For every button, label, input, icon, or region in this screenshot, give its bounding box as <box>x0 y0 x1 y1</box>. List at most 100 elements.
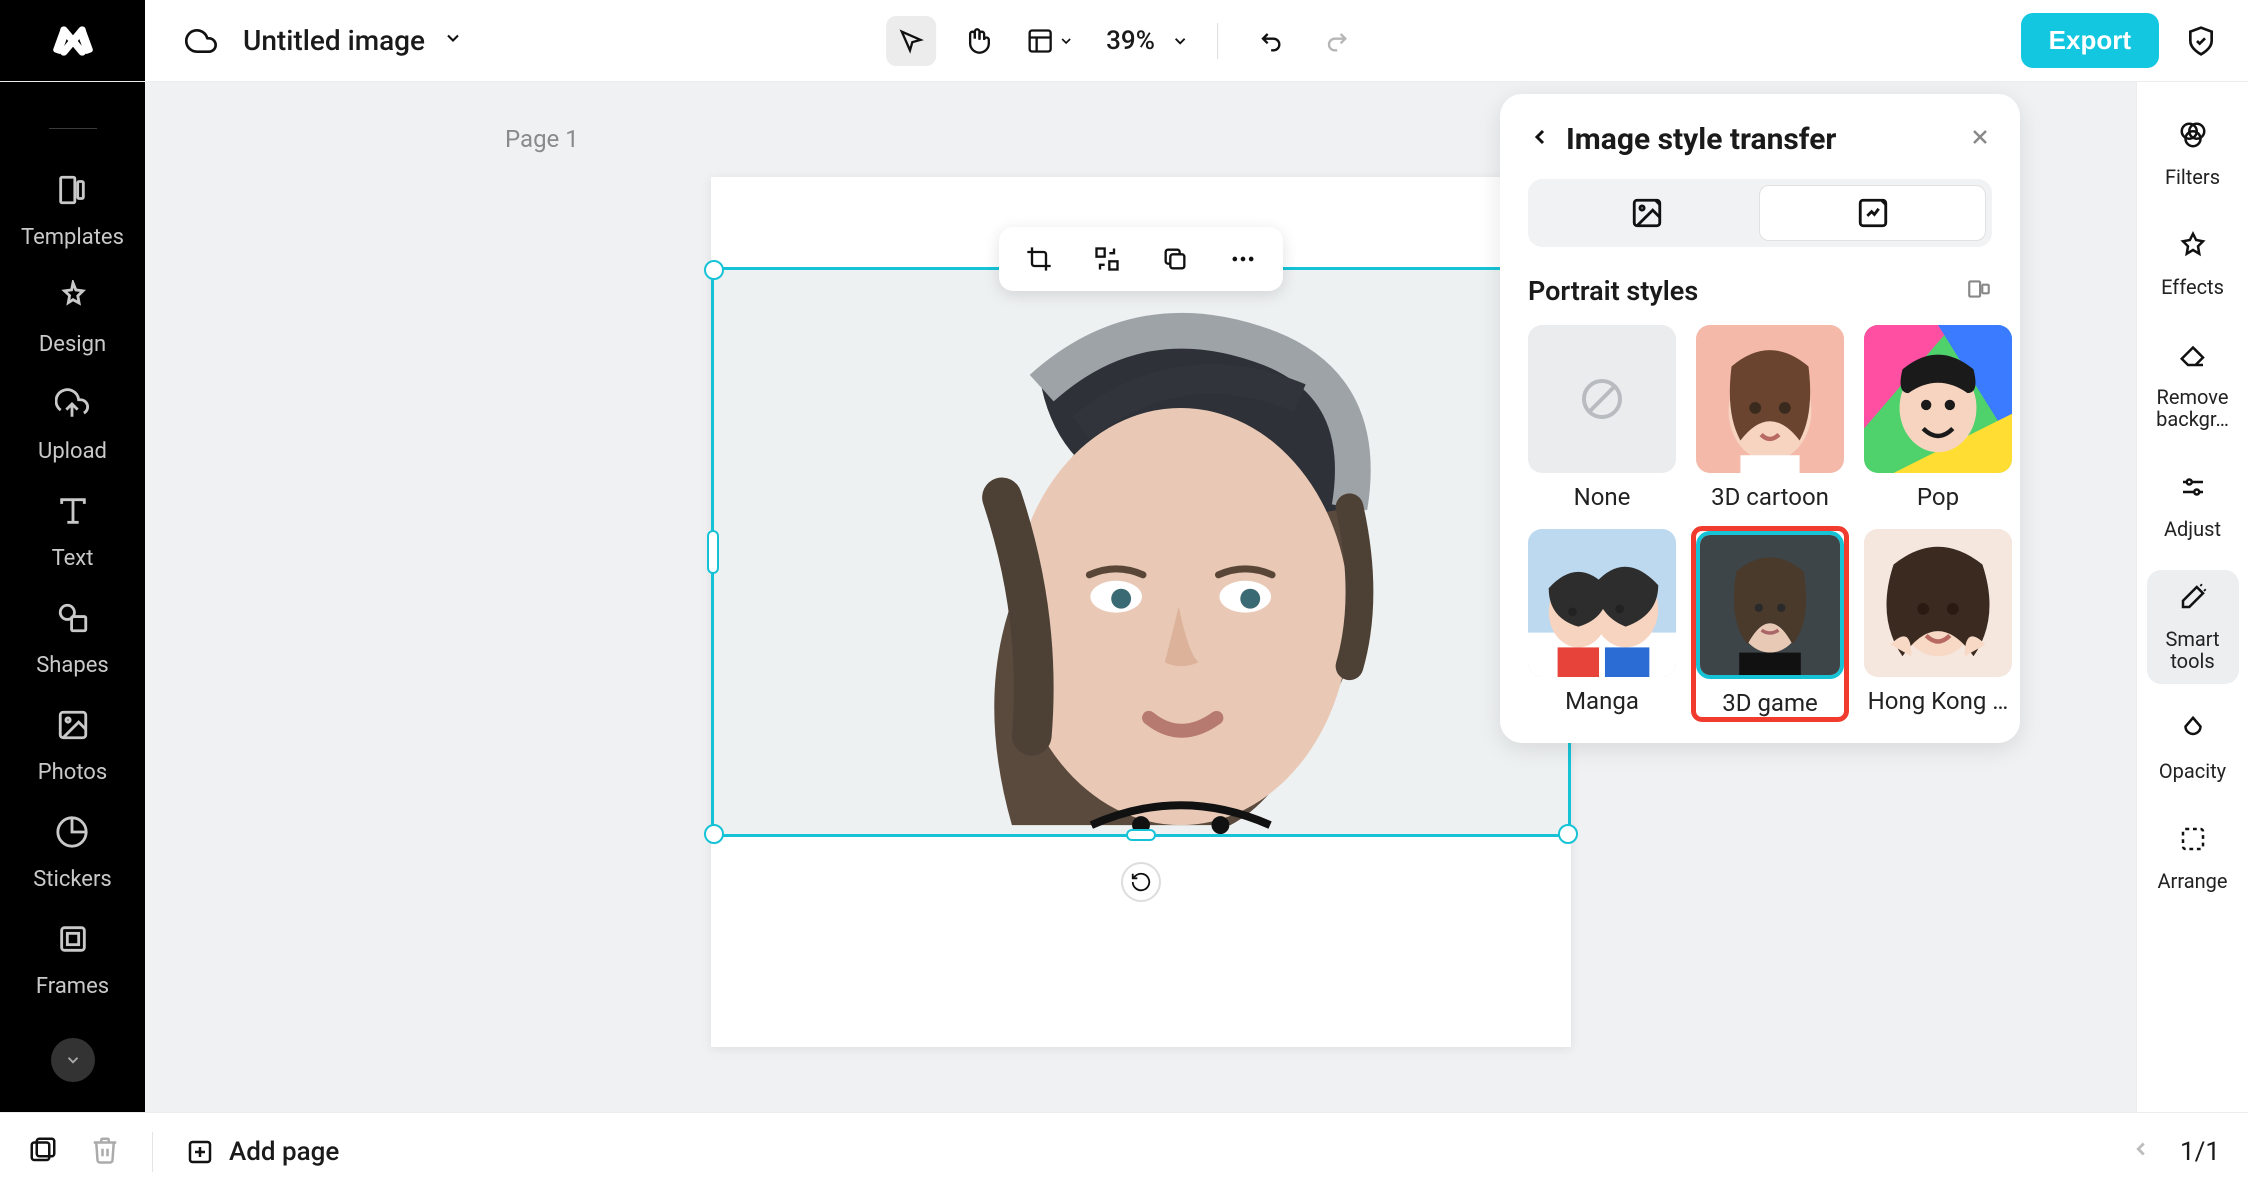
divider <box>1217 23 1218 59</box>
undo-button[interactable] <box>1246 16 1296 66</box>
style-item-pop[interactable]: Pop <box>1864 325 2012 511</box>
right-tool-rail: Filters Effects Remove backgr… Adjust Sm… <box>2136 82 2248 1112</box>
chevron-down-icon <box>443 28 463 53</box>
panel-close-button[interactable] <box>1968 123 1992 156</box>
resize-handle-bl[interactable] <box>704 824 724 844</box>
style-item-none[interactable]: None <box>1528 325 1676 511</box>
sidebar-label: Templates <box>21 225 124 250</box>
top-right-tools: Export <box>2021 13 2223 68</box>
sidebar-expand-button[interactable] <box>51 1038 95 1082</box>
add-page-button[interactable]: Add page <box>185 1137 339 1167</box>
redo-button[interactable] <box>1312 16 1362 66</box>
more-button[interactable] <box>1221 237 1265 281</box>
prev-page-button[interactable] <box>2130 1137 2152 1167</box>
app-logo[interactable] <box>47 15 99 67</box>
zoom-level[interactable]: 39% <box>1106 26 1155 56</box>
image-floating-toolbar <box>999 227 1283 291</box>
rail-item-opacity[interactable]: Opacity <box>2147 702 2239 794</box>
style-item-hong-kong[interactable]: Hong Kong … <box>1864 529 2012 719</box>
duplicate-button[interactable] <box>1153 237 1197 281</box>
panel-back-button[interactable] <box>1528 122 1552 157</box>
sidebar-label: Upload <box>38 439 107 464</box>
top-bar: Untitled image 39% Export <box>0 0 2248 82</box>
rail-item-smart-tools[interactable]: Smart tools <box>2147 570 2239 684</box>
sidebar-item-upload[interactable]: Upload <box>38 379 107 464</box>
sidebar-label: Frames <box>36 974 109 999</box>
sidebar-label: Stickers <box>33 867 112 892</box>
templates-icon <box>47 165 97 215</box>
sidebar-item-design[interactable]: Design <box>39 272 106 357</box>
text-icon <box>48 486 98 536</box>
rail-item-effects[interactable]: Effects <box>2147 218 2239 310</box>
style-thumb-pop <box>1864 325 2012 473</box>
style-thumb-hong-kong <box>1864 529 2012 677</box>
rail-item-remove-background[interactable]: Remove backgr… <box>2147 328 2239 442</box>
sidebar-item-templates[interactable]: Templates <box>21 165 124 250</box>
design-icon <box>48 272 98 322</box>
photos-icon <box>48 700 98 750</box>
sidebar-label: Design <box>39 332 106 357</box>
document-title: Untitled image <box>243 24 425 57</box>
sidebar-item-stickers[interactable]: Stickers <box>33 807 112 892</box>
chevron-down-icon[interactable] <box>1171 32 1189 50</box>
selection-bounds[interactable] <box>711 267 1571 837</box>
rail-item-adjust[interactable]: Adjust <box>2147 460 2239 552</box>
sidebar-item-text[interactable]: Text <box>48 486 98 571</box>
style-item-3d-cartoon[interactable]: 3D cartoon <box>1694 325 1846 511</box>
resize-handle-left[interactable] <box>707 530 719 574</box>
styles-settings-icon[interactable] <box>1966 276 1992 306</box>
opacity-icon <box>2178 714 2208 752</box>
style-transfer-panel: Image style transfer Portrait styles Non… <box>1500 94 2020 743</box>
rotate-handle[interactable] <box>1121 862 1161 902</box>
style-mode-tabs <box>1528 179 1992 247</box>
export-button[interactable]: Export <box>2021 13 2159 68</box>
add-page-label: Add page <box>229 1137 339 1167</box>
arrange-icon <box>2178 824 2208 862</box>
style-label: 3D game <box>1722 689 1818 717</box>
canvas-area[interactable]: Page 1 <box>145 82 2136 1112</box>
style-thumb-3d-game <box>1696 531 1844 679</box>
crop-button[interactable] <box>1017 237 1061 281</box>
none-icon <box>1578 375 1626 423</box>
style-thumb-manga <box>1528 529 1676 677</box>
rail-item-arrange[interactable]: Arrange <box>2147 812 2239 904</box>
style-label: None <box>1574 483 1631 511</box>
resize-handle-tl[interactable] <box>704 260 724 280</box>
rail-item-filters[interactable]: Filters <box>2147 108 2239 200</box>
sidebar-item-frames[interactable]: Frames <box>36 914 109 999</box>
main-area: Templates Design Upload Text Shapes Phot… <box>0 82 2248 1112</box>
cloud-sync-button[interactable] <box>179 19 223 63</box>
pages-overview-button[interactable] <box>28 1135 58 1169</box>
effects-icon <box>2178 230 2208 268</box>
divider <box>152 1132 153 1172</box>
rail-label: Smart tools <box>2147 628 2239 672</box>
document-title-wrap[interactable]: Untitled image <box>243 24 463 57</box>
style-tab-photo[interactable] <box>1534 185 1759 241</box>
style-label: Hong Kong … <box>1868 687 2009 715</box>
panel-title: Image style transfer <box>1566 122 1954 157</box>
sidebar-item-shapes[interactable]: Shapes <box>36 593 109 678</box>
replace-button[interactable] <box>1085 237 1129 281</box>
styles-grid: None 3D cartoon Pop <box>1528 325 1992 719</box>
upload-icon <box>47 379 97 429</box>
rail-label: Remove backgr… <box>2147 386 2239 430</box>
rail-label: Arrange <box>2158 870 2228 892</box>
hand-tool[interactable] <box>952 16 1002 66</box>
sidebar-item-photos[interactable]: Photos <box>38 700 107 785</box>
style-item-3d-game[interactable]: 3D game <box>1694 529 1846 719</box>
selected-image <box>714 270 1568 834</box>
delete-page-button[interactable] <box>90 1135 120 1169</box>
shapes-icon <box>48 593 98 643</box>
resize-handle-br[interactable] <box>1558 824 1578 844</box>
page-canvas[interactable] <box>711 177 1571 1047</box>
adjust-icon <box>2178 472 2208 510</box>
sidebar-label: Text <box>52 546 94 571</box>
style-thumb-3d-cartoon <box>1696 325 1844 473</box>
privacy-shield-button[interactable] <box>2179 19 2223 63</box>
select-tool[interactable] <box>886 16 936 66</box>
resize-handle-bottom[interactable] <box>1126 829 1156 841</box>
style-item-manga[interactable]: Manga <box>1528 529 1676 719</box>
rail-label: Opacity <box>2159 760 2226 782</box>
layout-tool[interactable] <box>1018 16 1082 66</box>
style-tab-ai[interactable] <box>1759 185 1986 241</box>
